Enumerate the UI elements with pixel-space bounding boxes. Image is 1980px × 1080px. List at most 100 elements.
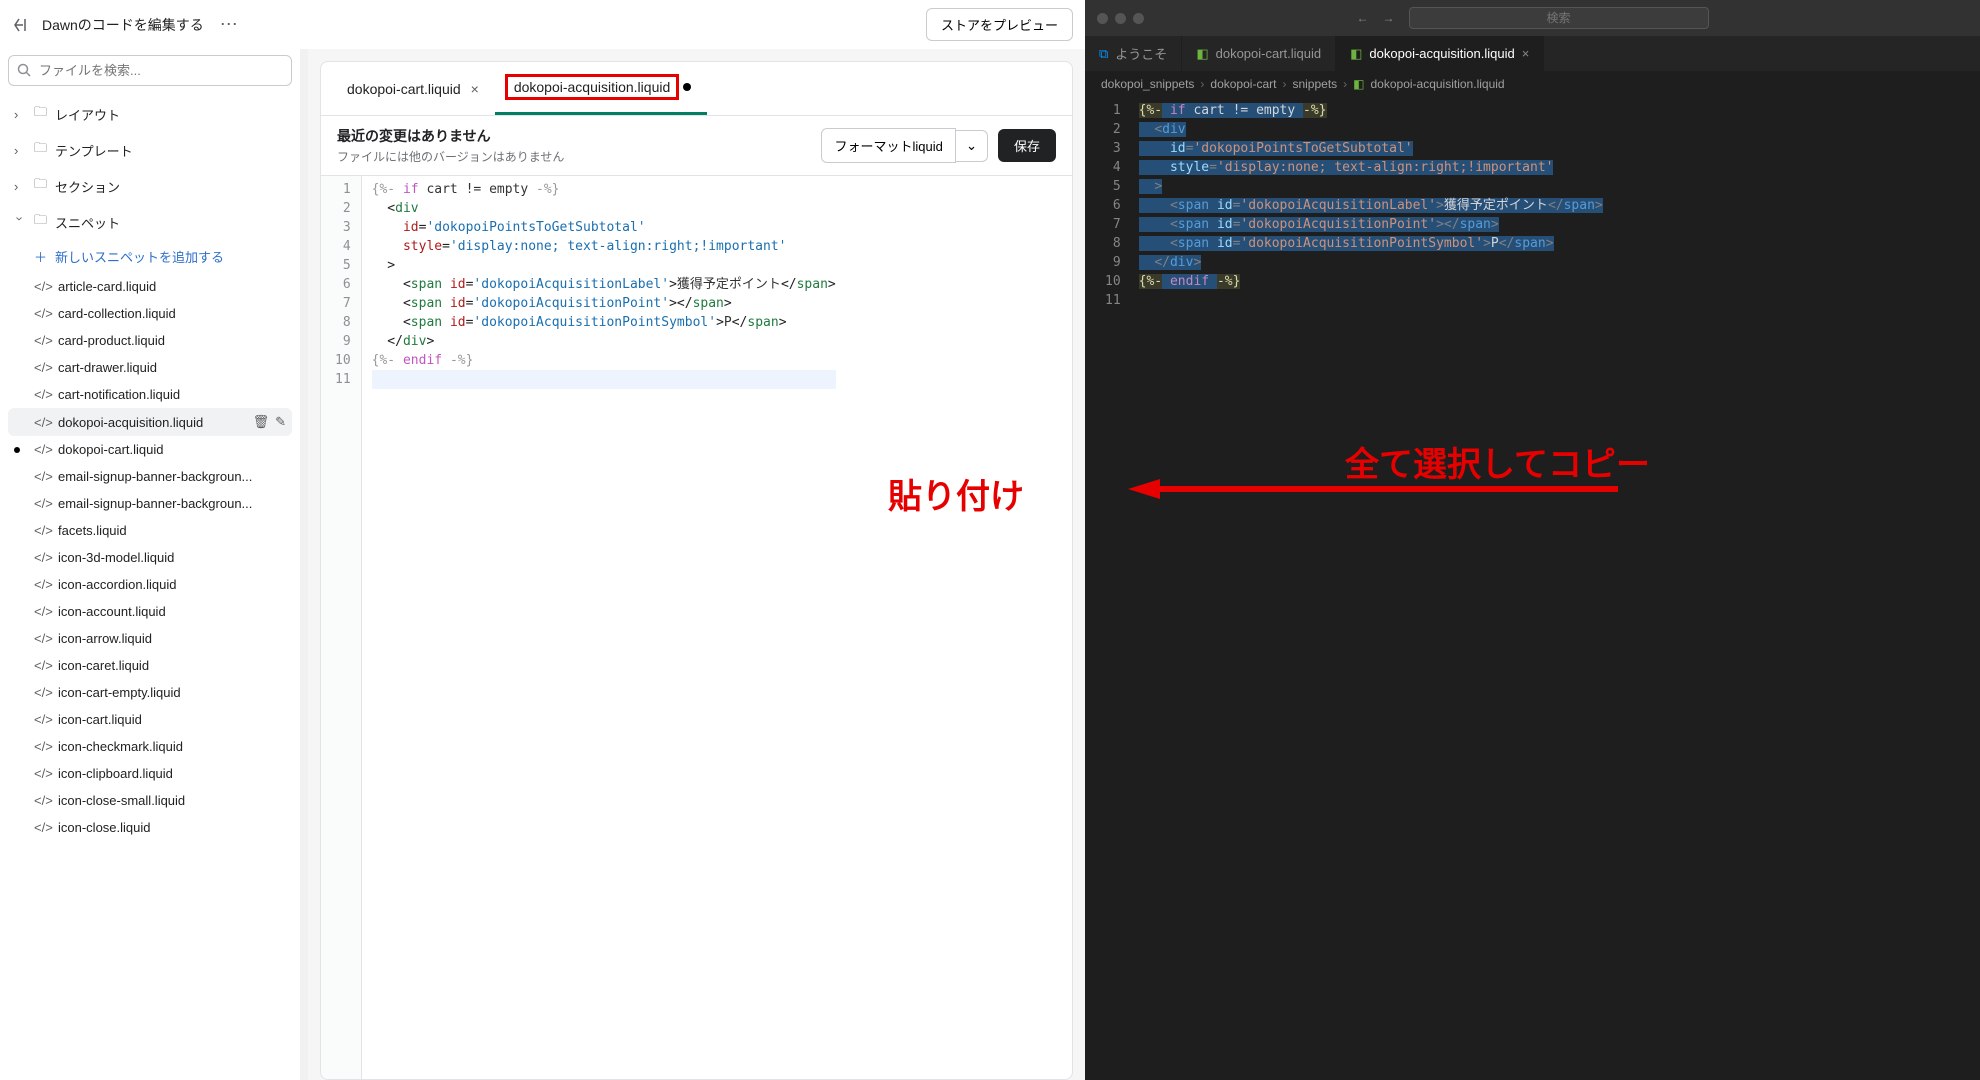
file-label: icon-3d-model.liquid (58, 550, 174, 565)
vscode-editor[interactable]: 1234567891011 {%- if cart != empty -%} <… (1085, 97, 1980, 1080)
breadcrumb-item[interactable]: dokopoi-cart (1210, 77, 1276, 91)
folder-sections[interactable]: ›🗀セクション (8, 168, 292, 204)
file-item[interactable]: </>icon-close.liquid (8, 814, 292, 841)
file-item[interactable]: </> icon-close-small.liquid (8, 787, 292, 814)
chevron-down-icon: › (13, 216, 28, 228)
file-item[interactable]: </> icon-cart-empty.liquid (8, 679, 292, 706)
file-item[interactable]: </>icon-checkmark.liquid (8, 733, 292, 760)
folder-layout[interactable]: ›🗀レイアウト (8, 96, 292, 132)
breadcrumb-item[interactable]: dokopoi_snippets (1101, 77, 1194, 91)
chevron-down-icon: ⌄ (966, 138, 977, 153)
file-item[interactable]: </>icon-accordion.liquid (8, 571, 292, 598)
edit-icon[interactable]: ✎ (275, 414, 286, 430)
folder-icon: 🗀 (34, 211, 47, 233)
left-header: Dawnのコードを編集する ⋯ ストアをプレビュー (0, 0, 1085, 49)
tab-dokopoi-cart[interactable]: dokopoi-cart.liquid × (331, 62, 495, 115)
format-liquid-button[interactable]: フォーマットliquid (821, 128, 955, 163)
tab-acquisition[interactable]: ◧ dokopoi-acquisition.liquid × (1336, 36, 1544, 71)
folder-label: スニペット (55, 213, 120, 232)
file-label: email-signup-banner-backgroun... (58, 496, 252, 511)
file-item[interactable]: </>email-signup-banner-backgroun... (8, 490, 292, 517)
file-item[interactable]: </>cart-drawer.liquid (8, 354, 292, 381)
file-item[interactable]: </> dokopoi-acquisition.liquid 🗑 ✎ (8, 408, 292, 436)
breadcrumb-item[interactable]: snippets (1292, 77, 1337, 91)
vscode-tabs: ⧉ようこそ ◧dokopoi-cart.liquid ◧ dokopoi-acqu… (1085, 36, 1980, 71)
code-editor[interactable]: 1234567891011 {%- if cart != empty -%} <… (321, 176, 1072, 1079)
file-label: icon-account.liquid (58, 604, 166, 619)
save-button[interactable]: 保存 (998, 129, 1056, 162)
subhead-title: 最近の変更はありません (337, 126, 564, 146)
folder-label: テンプレート (55, 141, 133, 160)
code-file-icon: </> (34, 550, 50, 565)
editor-tabs: dokopoi-cart.liquid × dokopoi-acquisitio… (321, 62, 1072, 116)
preview-store-button[interactable]: ストアをプレビュー (926, 8, 1073, 41)
code-lines: {%- if cart != empty -%} <div id='dokopo… (362, 176, 836, 1079)
code-file-icon: </> (34, 577, 50, 592)
file-item[interactable]: </>icon-clipboard.liquid (8, 760, 292, 787)
tab-dokopoi-acquisition[interactable]: dokopoi-acquisition.liquid (495, 62, 707, 115)
code-file-icon: </> (34, 604, 50, 619)
file-label: icon-caret.liquid (58, 658, 149, 673)
back-icon[interactable] (12, 16, 30, 34)
tab-welcome[interactable]: ⧉ようこそ (1085, 36, 1182, 71)
code-file-icon: </> (34, 279, 50, 294)
file-item[interactable]: </>cart-notification.liquid (8, 381, 292, 408)
nav-forward-icon[interactable]: → (1383, 11, 1395, 25)
file-item[interactable]: </> icon-3d-model.liquid (8, 544, 292, 571)
file-label: cart-notification.liquid (58, 387, 180, 402)
file-label: icon-cart-empty.liquid (58, 685, 181, 700)
line-gutter: 1234567891011 (1085, 97, 1139, 1080)
code-file-icon: </> (34, 442, 50, 457)
file-label: card-product.liquid (58, 333, 165, 348)
file-item[interactable]: </>card-collection.liquid (8, 300, 292, 327)
tab-label: dokopoi-acquisition.liquid (1369, 46, 1514, 61)
chevron-right-icon: › (14, 179, 26, 194)
tab-cart[interactable]: ◧dokopoi-cart.liquid (1182, 36, 1336, 71)
sidebar-scrollbar[interactable] (300, 49, 308, 1080)
file-item[interactable]: </>facets.liquid (8, 517, 292, 544)
file-label: article-card.liquid (58, 279, 156, 294)
file-label: icon-cart.liquid (58, 712, 142, 727)
file-item[interactable]: </>email-signup-banner-backgroun... (8, 463, 292, 490)
breadcrumb-item[interactable]: dokopoi-acquisition.liquid (1371, 77, 1505, 91)
file-item[interactable]: </>card-product.liquid (8, 327, 292, 354)
code-file-icon: </> (34, 631, 50, 646)
file-label: dokopoi-acquisition.liquid (58, 415, 203, 430)
file-label: icon-checkmark.liquid (58, 739, 183, 754)
file-item[interactable]: </>icon-arrow.liquid (8, 625, 292, 652)
command-center-input[interactable] (1409, 7, 1709, 29)
tab-label: ようこそ (1115, 44, 1167, 63)
folder-icon: 🗀 (34, 103, 47, 125)
folder-icon: 🗀 (34, 139, 47, 161)
file-item[interactable]: </> article-card.liquid (8, 273, 292, 300)
more-icon[interactable]: ⋯ (216, 14, 242, 35)
folder-snippets[interactable]: › 🗀 スニペット (8, 204, 292, 240)
modified-dot-icon (14, 447, 20, 453)
tab-label: dokopoi-cart.liquid (1216, 46, 1322, 61)
liquid-file-icon: ◧ (1350, 46, 1362, 62)
file-item[interactable]: </>icon-caret.liquid (8, 652, 292, 679)
file-item[interactable]: </>dokopoi-cart.liquid (8, 436, 292, 463)
code-file-icon: </> (34, 415, 50, 430)
file-label: facets.liquid (58, 523, 127, 538)
nav-back-icon[interactable]: ← (1357, 11, 1369, 25)
close-icon[interactable]: × (1522, 46, 1530, 61)
format-dropdown-button[interactable]: ⌄ (956, 130, 988, 162)
breadcrumb[interactable]: dokopoi_snippets› dokopoi-cart› snippets… (1085, 71, 1980, 97)
code-file-icon: </> (34, 793, 50, 808)
delete-icon[interactable]: 🗑 (253, 414, 270, 430)
file-item[interactable]: </> icon-cart.liquid (8, 706, 292, 733)
code-file-icon: </> (34, 712, 50, 727)
add-snippet-button[interactable]: ＋ 新しいスニペットを追加する (8, 240, 292, 273)
folder-templates[interactable]: ›🗀テンプレート (8, 132, 292, 168)
file-label: icon-close-small.liquid (58, 793, 185, 808)
tab-label: dokopoi-cart.liquid (347, 81, 461, 97)
add-snippet-label: 新しいスニペットを追加する (55, 247, 224, 266)
close-icon[interactable]: × (471, 81, 479, 97)
search-input[interactable] (8, 55, 292, 86)
vscode-titlebar: ← → (1085, 0, 1980, 36)
window-controls[interactable] (1085, 13, 1156, 24)
plus-icon: ＋ (34, 247, 47, 266)
file-item[interactable]: </> icon-account.liquid (8, 598, 292, 625)
code-file-icon: </> (34, 685, 50, 700)
